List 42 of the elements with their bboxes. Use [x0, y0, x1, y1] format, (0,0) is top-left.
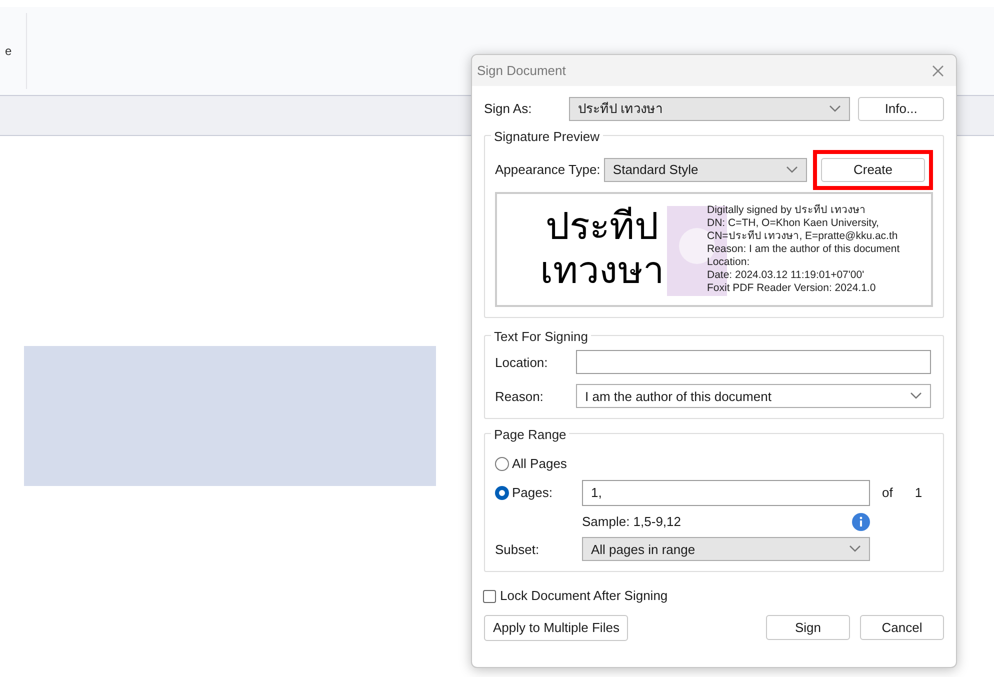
- signature-detail: DN: C=TH, O=Khon Kaen University,: [707, 217, 880, 230]
- chevron-down-icon: [829, 105, 842, 113]
- sign-button[interactable]: Sign: [766, 615, 850, 640]
- appearance-dropdown[interactable]: Standard Style: [604, 158, 807, 182]
- info-icon[interactable]: [852, 512, 870, 530]
- field-label: Location:: [495, 354, 549, 372]
- of-label: of: [882, 484, 893, 502]
- location-field[interactable]: [576, 350, 931, 374]
- chevron-down-icon: [910, 392, 922, 400]
- reason-dropdown[interactable]: I am the author of this document: [576, 384, 931, 408]
- field-label: Subset:: [495, 540, 540, 558]
- field-label: Sign As:: [484, 100, 533, 118]
- signer-name: ประทีป: [546, 206, 658, 250]
- radio-label: Pages:: [512, 484, 552, 502]
- create-button[interactable]: Create: [821, 158, 925, 182]
- info-button[interactable]: Info...: [858, 97, 944, 121]
- signature-detail: Date: 2024.03.12 11:19:01+07'00': [707, 269, 866, 282]
- close-icon[interactable]: [932, 64, 944, 76]
- signature-detail: Location:: [707, 256, 751, 270]
- window-title: Sign Document: [477, 62, 566, 80]
- toolbar-label: e: [5, 43, 12, 60]
- signer-name: เทวงษา: [540, 250, 664, 294]
- radio-button[interactable]: [495, 486, 509, 500]
- radio-button[interactable]: [495, 457, 509, 471]
- signature-detail: CN=ประทีป เทวงษา, E=pratte@kku.ac.th: [707, 230, 899, 244]
- subset-dropdown[interactable]: All pages in range: [582, 537, 870, 562]
- apply-multiple-button[interactable]: Apply to Multiple Files: [484, 614, 628, 641]
- field-label: Reason:: [495, 388, 544, 406]
- pages-field[interactable]: 1,: [582, 480, 870, 506]
- checkbox-label: Lock Document After Signing: [500, 587, 668, 606]
- radio-label: All Pages: [512, 455, 567, 474]
- signature-detail: Foxit PDF Reader Version: 2024.1.0: [707, 282, 877, 296]
- checkbox[interactable]: [483, 590, 496, 602]
- chevron-down-icon: [786, 166, 798, 174]
- cancel-button[interactable]: Cancel: [860, 615, 944, 640]
- sample-hint: Sample: 1,5-9,12: [582, 512, 682, 531]
- page-total: 1: [914, 484, 922, 502]
- chevron-down-icon: [849, 545, 861, 554]
- sign-as-dropdown[interactable]: ประทีป เทวงษา: [568, 97, 850, 121]
- field-label: Appearance Type:: [495, 161, 602, 180]
- signature-detail: Digitally signed by ประทีป เทวงษา: [707, 204, 866, 218]
- signature-detail: Reason: I am the author of this document: [707, 243, 900, 256]
